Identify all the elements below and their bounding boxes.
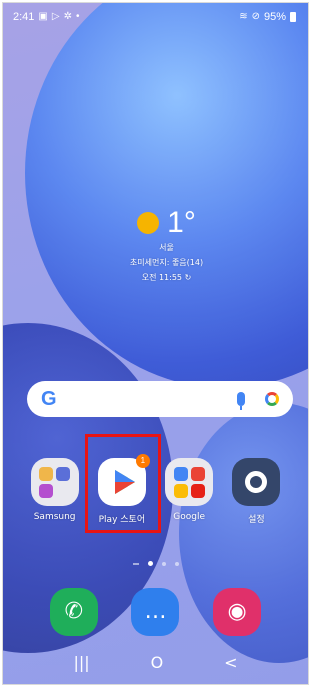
settings-app[interactable]: 설정 <box>226 458 286 525</box>
battery-icon <box>290 12 296 22</box>
mini-app-icon <box>190 483 205 498</box>
app-label: 설정 <box>248 515 265 525</box>
settings-notification-icon: ✲ <box>63 11 72 22</box>
wifi-icon: ≋ <box>239 11 248 22</box>
highlight-box <box>85 434 161 533</box>
app-label: Samsung <box>33 512 76 522</box>
dock: ✆ … ◉ <box>3 588 308 636</box>
page-dot <box>174 561 179 566</box>
mini-app-icon <box>56 466 71 481</box>
camera-icon: ◉ <box>227 599 247 624</box>
google-folder[interactable]: Google <box>159 458 219 525</box>
mini-app-slot <box>56 484 70 498</box>
status-bar: 2:41 ▣ ▷ ✲ • ≋ ⊘ 95% <box>13 9 296 25</box>
current-page-dot <box>147 561 153 566</box>
camera-app[interactable]: ◉ <box>213 588 262 636</box>
gallery-notification-icon: ▣ <box>38 11 48 22</box>
navigation-bar: ||| O < <box>3 653 308 673</box>
air-quality: 초미세먼지: 좋음(14) <box>129 258 204 267</box>
phone-icon: ✆ <box>64 599 84 624</box>
play-notification-icon: ▷ <box>51 11 60 22</box>
google-logo: G <box>41 387 57 410</box>
clock: 2:41 <box>13 11 35 23</box>
mini-app-icon <box>173 466 188 481</box>
weather-city: 서울 <box>159 243 174 252</box>
sunny-icon <box>137 212 160 234</box>
samsung-folder-icon <box>30 458 79 506</box>
page-indicator[interactable] <box>3 561 308 566</box>
weather-widget[interactable]: 1° 서울 초미세먼지: 좋음(14) 오전 11:55 ↻ <box>3 208 308 283</box>
phone-app[interactable]: ✆ <box>49 588 98 636</box>
mini-app-icon <box>39 483 54 498</box>
do-not-disturb-icon: ⊘ <box>251 11 260 22</box>
messages-app[interactable]: … <box>131 588 180 636</box>
google-lens-icon[interactable] <box>265 392 279 406</box>
more-notifications-icon: • <box>75 11 80 22</box>
mini-app-icon <box>190 466 205 481</box>
messages-icon: … <box>144 599 167 624</box>
samsung-folder[interactable]: Samsung <box>25 458 85 525</box>
google-search-bar[interactable]: G <box>27 381 293 417</box>
back-button[interactable]: < <box>224 653 237 673</box>
gear-icon <box>245 471 268 493</box>
home-page-dot <box>132 562 139 565</box>
google-folder-icon <box>165 458 214 506</box>
app-label: Google <box>173 512 205 522</box>
temperature: 1° <box>167 206 196 239</box>
wallpaper-tint <box>3 3 308 684</box>
recents-button[interactable]: ||| <box>73 653 89 673</box>
home-screen: 2:41 ▣ ▷ ✲ • ≋ ⊘ 95% 1° 서울 초미세먼지: 좋음(14)… <box>2 2 309 685</box>
mini-app-icon <box>173 483 188 498</box>
battery-percentage: 95% <box>263 11 286 23</box>
mini-app-icon <box>39 466 54 481</box>
settings-icon <box>232 458 281 506</box>
home-button[interactable]: O <box>151 653 164 673</box>
page-dot <box>161 561 166 566</box>
weather-updated-time: 오전 11:55 ↻ <box>141 273 192 282</box>
voice-search-icon[interactable] <box>237 392 245 410</box>
